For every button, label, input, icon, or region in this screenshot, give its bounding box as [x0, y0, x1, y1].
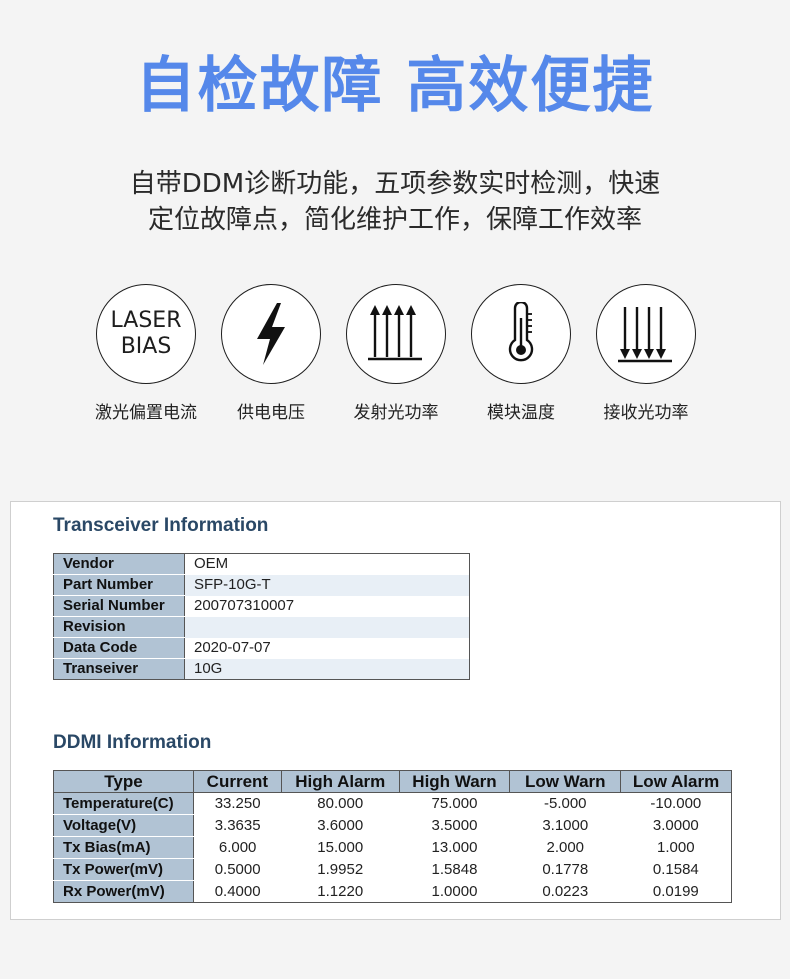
bias-text: BIAS [120, 334, 172, 359]
table-row: Rx Power(mV) 0.4000 1.1220 1.0000 0.0223 0.01… [53, 880, 732, 903]
table-cell: 0.1584 [652, 861, 699, 878]
thermometer-icon [471, 284, 571, 384]
row-label: Rx Power(mV) [53, 880, 194, 903]
info-value: 200707310007 [194, 597, 295, 614]
table-row: Temperature(C) 33.250 80.000 75.000 -5.000 -1… [53, 792, 732, 815]
feature-temperature: 模块温度 [456, 284, 586, 423]
table-row: Part Number SFP-10G-T [53, 574, 470, 596]
laser-bias-icon: LASER BIAS [96, 284, 196, 384]
arrows-up-icon [346, 284, 446, 384]
table-row: Vendor OEM [53, 553, 470, 575]
info-value: SFP-10G-T [184, 574, 470, 596]
table-cell: 1.5848 [431, 861, 478, 878]
headline: 自检故障 高效便捷 [135, 51, 655, 121]
column-header: Low Warn [509, 770, 622, 793]
table-cell: 0.0223 [542, 882, 589, 900]
table-row: Transeiver 10G [53, 658, 470, 680]
column-header: High Alarm [281, 770, 400, 793]
table-cell: -10.000 [650, 795, 702, 813]
feature-voltage: 供电电压 [206, 284, 336, 423]
table-cell: 33.250 [214, 795, 261, 813]
feature-label: 供电电压 [237, 403, 305, 423]
transceiver-table: Vendor OEM Part Number SFP-10G-T Serial Numb… [53, 553, 470, 680]
table-cell: 13.000 [431, 839, 478, 856]
feature-laser-bias: LASER BIAS 激光偏置电流 [81, 284, 211, 423]
table-cell: 0.4000 [214, 882, 261, 900]
table-cell: 75.000 [431, 795, 478, 813]
table-cell: 2.000 [546, 839, 585, 856]
feature-tx-power: 发射光功率 [331, 284, 461, 423]
feature-label: 发射光功率 [353, 403, 439, 423]
feature-icons: LASER BIAS 激光偏置电流 供电电压 发射光功率 模块温度 接收光功率 [0, 284, 790, 424]
table-cell: 1.000 [657, 839, 695, 856]
table-row: Tx Bias(mA) 6.000 15.000 13.000 2.000 1.000 [53, 836, 732, 859]
ddmi-title: DDMI Information [53, 732, 212, 753]
info-key: Revision [53, 616, 185, 638]
table-cell: 1.9952 [317, 861, 364, 878]
table-row: Tx Power(mV) 0.5000 1.9952 1.5848 0.1778 0.15… [53, 858, 732, 881]
feature-label: 模块温度 [487, 403, 555, 423]
info-value: 10G [184, 658, 470, 680]
column-header: High Warn [399, 770, 511, 793]
table-cell: 80.000 [317, 795, 364, 813]
table-cell: 1.0000 [431, 882, 478, 900]
arrows-down-icon [596, 284, 696, 384]
table-cell: 3.5000 [431, 817, 478, 834]
subtitle-line-1: 自带DDM诊断功能，五项参数实时检测，快速 [129, 169, 661, 199]
table-cell: 1.1220 [317, 882, 364, 900]
lightning-bolt-icon [221, 284, 321, 384]
info-value: OEM [194, 555, 229, 573]
table-cell: 3.3635 [214, 817, 261, 834]
column-header: Current [193, 770, 282, 793]
table-cell: 0.1778 [542, 861, 589, 878]
table-cell: 3.1000 [542, 817, 589, 834]
table-cell: 6.000 [218, 839, 257, 856]
row-label: Voltage(V) [53, 814, 194, 837]
transceiver-title: Transceiver Information [53, 515, 269, 536]
row-label: Tx Power(mV) [53, 858, 194, 881]
table-row: Data Code 2020-07-07 [53, 637, 470, 659]
info-key: Vendor [53, 553, 185, 575]
feature-label: 接收光功率 [603, 403, 689, 423]
info-value: 2020-07-07 [194, 639, 271, 656]
table-cell: 0.0199 [652, 882, 699, 900]
table-row: Serial Number 200707310007 [53, 595, 470, 617]
table-cell: 3.6000 [317, 817, 364, 834]
table-row: Voltage(V) 3.3635 3.6000 3.5000 3.1000 3.0000 [53, 814, 732, 837]
info-key: Transeiver [53, 658, 185, 680]
subtitle: 自带DDM诊断功能，五项参数实时检测，快速 定位故障点，简化维护工作，保障工作效… [0, 166, 790, 238]
table-cell: -5.000 [543, 795, 587, 813]
info-key: Data Code [53, 637, 185, 659]
table-cell: 3.0000 [652, 817, 699, 834]
info-key: Serial Number [53, 595, 185, 617]
feature-rx-power: 接收光功率 [581, 284, 711, 423]
row-label: Temperature(C) [53, 792, 194, 815]
table-cell: 0.5000 [214, 861, 261, 878]
info-key: Part Number [53, 574, 185, 596]
info-value [184, 616, 470, 638]
table-row: Revision [53, 616, 470, 638]
subtitle-line-2: 定位故障点，简化维护工作，保障工作效率 [147, 205, 642, 235]
column-header: Low Alarm [620, 770, 732, 793]
laser-text: LASER [110, 308, 182, 333]
feature-label: 激光偏置电流 [95, 403, 197, 423]
ddmi-table: Type Current High Alarm High Warn Low Warn Lo… [53, 770, 732, 903]
column-header: Type [53, 770, 194, 793]
row-label: Tx Bias(mA) [53, 836, 194, 859]
info-panel: Transceiver Information Vendor OEM Part Nu… [10, 501, 781, 920]
table-cell: 15.000 [317, 839, 364, 856]
